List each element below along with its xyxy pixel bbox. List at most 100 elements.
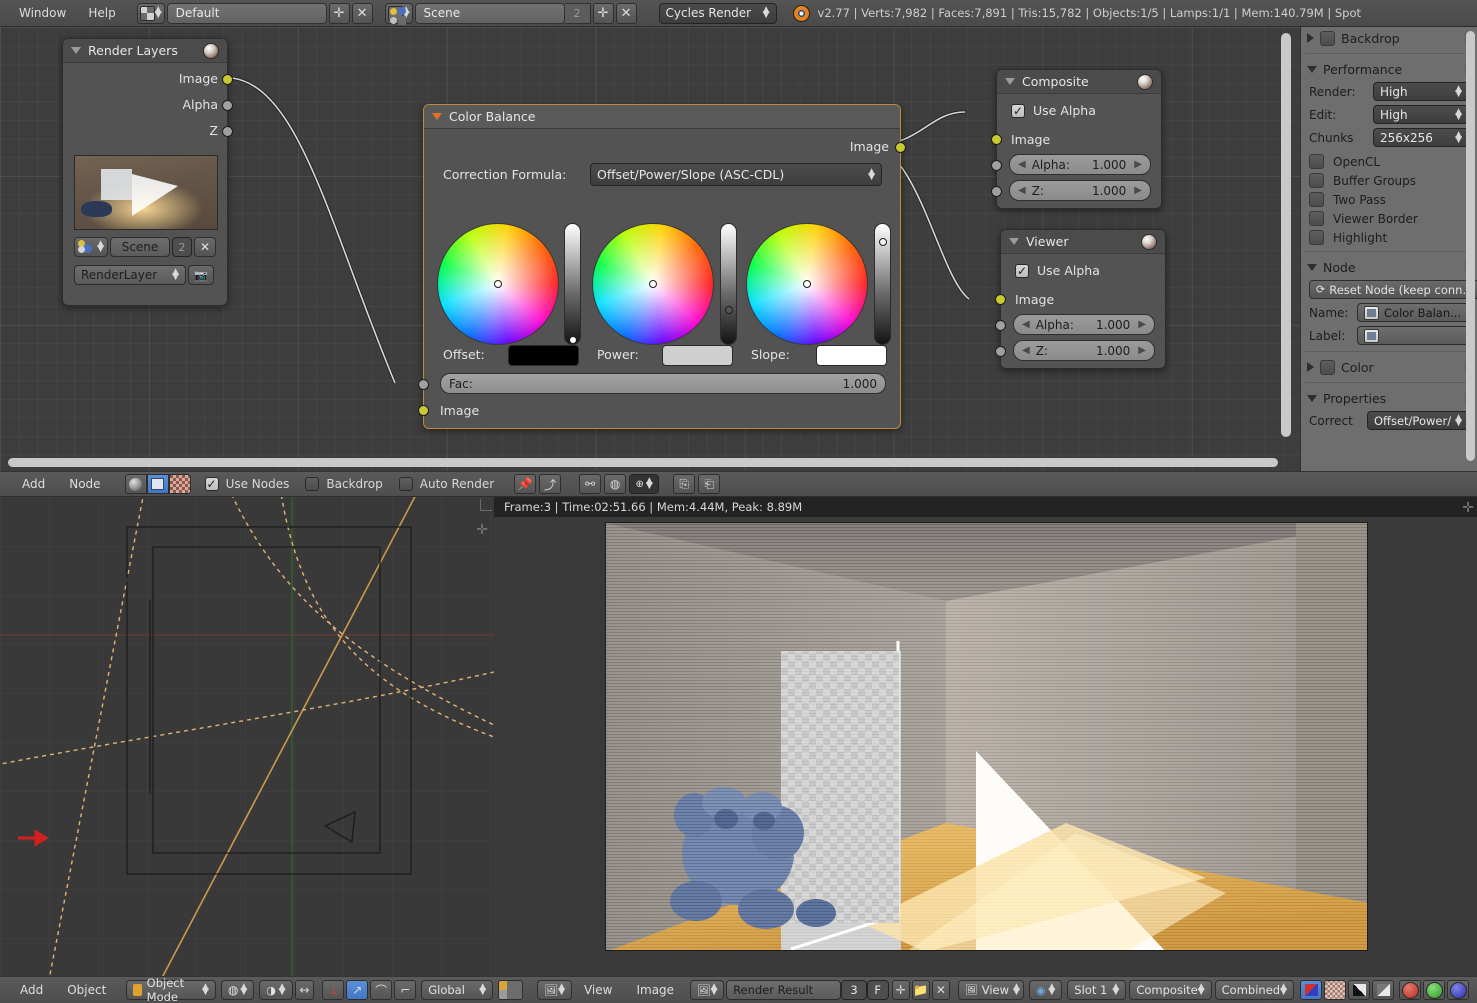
translate-manipulator-icon[interactable]: ⟂ [322, 980, 345, 1000]
toggle-buffer-groups[interactable]: Buffer Groups [1301, 171, 1477, 190]
power-wheel-cursor[interactable] [649, 280, 657, 288]
increment-arrow-icon[interactable]: ▶ [1138, 345, 1146, 356]
render-layer-selector[interactable]: RenderLayer ▲ ▼ [74, 265, 186, 285]
collapse-triangle-icon[interactable] [71, 47, 81, 54]
menu-help[interactable]: Help [77, 6, 126, 20]
snap-node-icon[interactable]: ⚯ [579, 474, 602, 494]
scene-spinner[interactable]: ▲ ▼ [97, 240, 104, 254]
image-view-selector[interactable]: 🖼 View ▲ ▼ [958, 980, 1024, 1000]
pass-spinner[interactable]: ▲ ▼ [1280, 983, 1287, 997]
node-viewer[interactable]: Viewer Use Alpha Image ◀ Alpha: 1.000 ▶ … [995, 229, 1166, 369]
offset-swatch[interactable] [508, 345, 579, 366]
slot-icon-spinner[interactable]: ▲ ▼ [1048, 983, 1055, 997]
chunks-spinner[interactable]: ▲ ▼ [1455, 130, 1462, 144]
overlay-icon[interactable] [1372, 980, 1394, 1000]
render-quality-dropdown[interactable]: High ▲ ▼ [1373, 82, 1469, 101]
decrement-arrow-icon[interactable]: ◀ [1018, 159, 1026, 170]
viewport-shading-selector[interactable]: ◍ ▲ ▼ [220, 980, 255, 1000]
snap-target-icon[interactable]: ⊕ ▲ ▼ [629, 474, 660, 494]
copy-to-selected-icon[interactable]: ⎘ [673, 474, 696, 494]
compositing-image-icon[interactable] [146, 474, 169, 494]
edit-quality-dropdown[interactable]: High ▲ ▼ [1373, 105, 1469, 124]
render-slot-icon-button[interactable]: ◉ ▲ ▼ [1029, 980, 1063, 1000]
z-value-field[interactable]: ◀ Z: 1.000 ▶ [1009, 180, 1151, 201]
node-header[interactable]: Viewer [1001, 230, 1165, 254]
slope-value-knob[interactable] [878, 238, 887, 246]
menu-window[interactable]: Window [8, 6, 77, 20]
panel-node-header[interactable]: Node ⣿ [1301, 256, 1477, 278]
slope-swatch[interactable] [816, 345, 887, 366]
increment-arrow-icon[interactable]: ▶ [1134, 185, 1142, 196]
collapse-arrow-icon[interactable] [1307, 65, 1317, 73]
node-render-layers[interactable]: Render Layers Image Alpha Z ▲ ▼ Scene 2 … [62, 38, 233, 306]
offset-value-slider[interactable] [564, 223, 581, 345]
add-scene-button[interactable]: ✛ [592, 2, 614, 24]
red-channel-icon[interactable] [1399, 980, 1421, 1000]
render-engine-spinner[interactable]: ▲ ▼ [763, 6, 770, 20]
slot-spinner[interactable]: ▲ ▼ [1112, 983, 1119, 997]
texture-checker-icon[interactable] [168, 474, 191, 494]
viewer-border-checkbox[interactable] [1309, 211, 1324, 226]
node-composite[interactable]: Composite Use Alpha Image ◀ Alpha: 1.000… [991, 69, 1162, 209]
backdrop-checkbox[interactable] [305, 477, 320, 491]
add-render-layer-button[interactable]: 📷 [188, 265, 214, 285]
panel-performance-header[interactable]: Performance ⣿ [1301, 58, 1477, 80]
correct-spinner[interactable]: ▲ ▼ [1455, 413, 1462, 427]
manipulator-extra-icon[interactable]: ⌐ [394, 980, 417, 1000]
backdrop-color-swatch[interactable] [1320, 30, 1335, 46]
delete-screen-button[interactable]: ✕ [351, 2, 373, 24]
offset-value-knob[interactable] [568, 336, 577, 345]
input-socket-image[interactable] [418, 405, 429, 416]
node-editor-canvas[interactable]: Render Layers Image Alpha Z ▲ ▼ Scene 2 … [0, 27, 1300, 471]
opencl-checkbox[interactable] [1309, 154, 1324, 169]
menu-add[interactable]: Add [10, 477, 57, 491]
rotate-manipulator-icon[interactable]: ↗ [346, 980, 369, 1000]
power-color-wheel[interactable] [592, 223, 714, 345]
image-editor-type-selector[interactable]: 🖼 ▲ ▼ [537, 980, 572, 1000]
viewport-3d[interactable]: ✛ [0, 497, 494, 976]
menu-image[interactable]: Image [624, 983, 686, 997]
image-datablock-name[interactable]: Render Result [726, 980, 842, 1000]
use-alpha-checkbox[interactable] [1011, 103, 1025, 118]
image-datablock-spinner[interactable]: ▲ ▼ [711, 983, 718, 997]
menu-object[interactable]: Object [55, 983, 118, 997]
new-image-icon[interactable]: ✛ [891, 980, 910, 1000]
two-pass-checkbox[interactable] [1309, 192, 1324, 207]
node-header[interactable]: Color Balance [424, 105, 900, 129]
node-properties-sidebar[interactable]: Backdrop ⣿ Performance ⣿ Render: High ▲▼… [1300, 27, 1477, 471]
expand-arrow-icon[interactable] [1307, 33, 1314, 43]
editor-type-spinner[interactable]: ▲ ▼ [558, 983, 565, 997]
open-image-icon[interactable]: 📁 [911, 980, 930, 1000]
z-value-field[interactable]: ◀ Z: 1.000 ▶ [1013, 340, 1155, 361]
render-engine-selector[interactable]: Cycles Render ▲ ▼ [658, 2, 777, 24]
power-value-slider[interactable] [720, 223, 737, 345]
image-datablock-icon-button[interactable]: 🖼 ▲ ▼ [690, 980, 725, 1000]
collapse-arrow-icon[interactable] [1307, 394, 1317, 402]
green-channel-icon[interactable] [1423, 980, 1445, 1000]
backdrop-toggle[interactable]: Backdrop [305, 477, 383, 491]
render-layer-spinner[interactable]: ▲ ▼ [172, 268, 179, 282]
blue-channel-icon[interactable] [1447, 980, 1469, 1000]
color-and-alpha-icon[interactable] [1300, 980, 1322, 1000]
render-quality-spinner[interactable]: ▲ ▼ [1455, 84, 1462, 98]
render-pass-selector[interactable]: Combined ▲ ▼ [1214, 980, 1294, 1000]
edit-quality-spinner[interactable]: ▲ ▼ [1455, 107, 1462, 121]
unlink-scene-button[interactable]: ✕ [194, 237, 216, 257]
decrement-arrow-icon[interactable]: ◀ [1018, 185, 1026, 196]
zdepth-icon[interactable] [1348, 980, 1370, 1000]
collapse-triangle-icon[interactable] [1009, 238, 1019, 245]
input-socket-alpha[interactable] [991, 160, 1002, 171]
image-fake-user-flag[interactable]: F [866, 980, 889, 1000]
scene-datablock-icon-button[interactable]: ▲ ▼ [74, 237, 108, 257]
scene-name[interactable]: Scene [414, 2, 565, 24]
auto-render-checkbox[interactable] [398, 477, 413, 491]
output-socket-image[interactable] [222, 74, 233, 85]
input-socket-z[interactable] [991, 186, 1002, 197]
input-socket-image[interactable] [995, 294, 1006, 305]
scene-layer-grid[interactable] [498, 980, 523, 1000]
decrement-arrow-icon[interactable]: ◀ [1022, 319, 1030, 330]
paste-icon[interactable]: ⎗ [698, 474, 721, 494]
sidebar-scrollbar[interactable] [1466, 31, 1475, 461]
image-editor[interactable]: Frame:3 | Time:02:51.66 | Mem:4.44M, Pea… [494, 497, 1477, 976]
scene-layers-selector[interactable]: ◑ ▲ ▼ [259, 980, 293, 1000]
